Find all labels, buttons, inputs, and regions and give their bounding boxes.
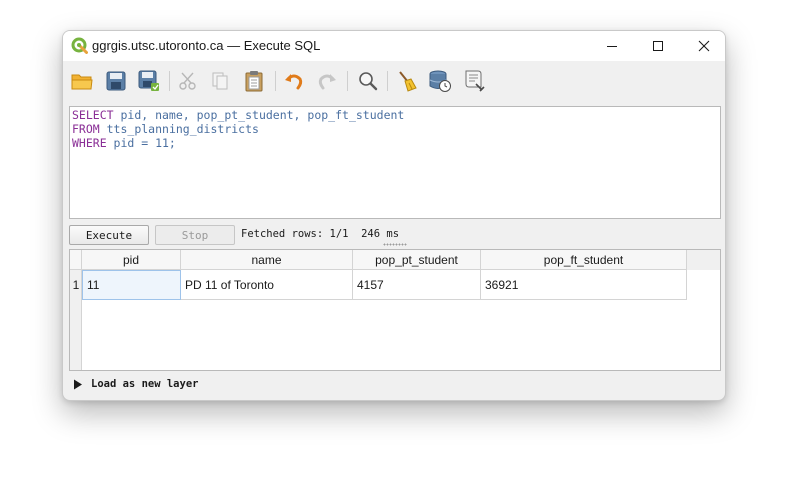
row-number[interactable]: 1 xyxy=(70,270,82,300)
sql-line-2: FROM tts_planning_districts xyxy=(72,122,720,136)
sql-text: pid, name, pop_pt_student, pop_ft_studen… xyxy=(113,108,405,122)
close-icon xyxy=(698,40,710,52)
sql-line-3: WHERE pid = 11; xyxy=(72,136,720,150)
clear-icon xyxy=(399,71,417,92)
maximize-icon xyxy=(653,41,663,51)
redo-icon xyxy=(318,74,336,90)
title-bar: ggrgis.utsc.utoronto.ca — Execute SQL xyxy=(63,31,725,61)
corner-header[interactable] xyxy=(70,250,82,270)
undo-icon xyxy=(285,74,303,90)
toolbar-separator xyxy=(275,71,276,91)
open-folder-icon xyxy=(71,74,93,90)
column-header-pop-ft-student[interactable]: pop_ft_student xyxy=(481,250,687,270)
sql-keyword: FROM xyxy=(72,122,100,136)
cut-icon xyxy=(179,72,196,90)
sql-line-1: SELECT pid, name, pop_pt_student, pop_ft… xyxy=(72,108,720,122)
query-builder-icon xyxy=(465,70,485,92)
column-header-pop-pt-student[interactable]: pop_pt_student xyxy=(353,250,481,270)
close-button[interactable] xyxy=(681,31,725,61)
toolbar-separator xyxy=(387,71,388,91)
query-history-icon xyxy=(429,70,451,92)
save-as-icon xyxy=(138,70,159,91)
sql-keyword: WHERE xyxy=(72,136,107,150)
toolbar-separator xyxy=(347,71,348,91)
query-builder-button[interactable] xyxy=(461,68,487,94)
sql-keyword: SELECT xyxy=(72,108,114,122)
toolbar xyxy=(63,61,725,101)
cut-button[interactable] xyxy=(175,68,201,94)
column-header-name[interactable]: name xyxy=(181,250,353,270)
toolbar-separator xyxy=(169,71,170,91)
copy-icon xyxy=(212,72,228,90)
qgis-logo-icon xyxy=(71,37,88,54)
save-button[interactable] xyxy=(103,68,129,94)
redo-button[interactable] xyxy=(314,68,340,94)
column-header-pid[interactable]: pid xyxy=(82,250,181,270)
table-cell-pid[interactable]: 11 xyxy=(82,270,181,300)
maximize-button[interactable] xyxy=(635,31,681,61)
status-text: Fetched rows: 1/1 246 ms xyxy=(241,228,400,240)
query-history-button[interactable] xyxy=(427,68,453,94)
execute-button[interactable]: Execute xyxy=(69,225,149,245)
open-button[interactable] xyxy=(69,68,95,94)
stop-button[interactable]: Stop xyxy=(155,225,235,245)
table-cell-pop-ft-student[interactable]: 36921 xyxy=(481,270,687,300)
paste-icon xyxy=(245,71,263,92)
paste-button[interactable] xyxy=(241,68,267,94)
expand-arrow-icon xyxy=(74,379,82,390)
load-as-layer-label: Load as new layer xyxy=(91,378,199,390)
copy-button[interactable] xyxy=(207,68,233,94)
save-as-button[interactable] xyxy=(136,68,162,94)
minimize-button[interactable] xyxy=(589,31,635,61)
save-icon xyxy=(106,71,126,91)
undo-button[interactable] xyxy=(281,68,307,94)
find-icon xyxy=(359,72,378,91)
table-cell-name[interactable]: PD 11 of Toronto xyxy=(181,270,353,300)
sql-editor[interactable]: SELECT pid, name, pop_pt_student, pop_ft… xyxy=(69,106,721,219)
execute-sql-window: ggrgis.utsc.utoronto.ca — Execute SQL SE… xyxy=(62,30,726,401)
sql-text: tts_planning_districts xyxy=(99,122,259,136)
clear-button[interactable] xyxy=(394,68,420,94)
find-button[interactable] xyxy=(355,68,381,94)
splitter-handle[interactable] xyxy=(383,243,407,246)
table-header: pid name pop_pt_student pop_ft_student xyxy=(70,250,720,270)
table-cell-pop-pt-student[interactable]: 4157 xyxy=(353,270,481,300)
results-table: pid name pop_pt_student pop_ft_student 1… xyxy=(69,249,721,371)
sql-text: pid = 11; xyxy=(106,136,176,150)
minimize-icon xyxy=(607,46,617,47)
window-title: ggrgis.utsc.utoronto.ca — Execute SQL xyxy=(92,38,321,53)
load-as-layer-toggle[interactable]: Load as new layer xyxy=(71,376,371,394)
